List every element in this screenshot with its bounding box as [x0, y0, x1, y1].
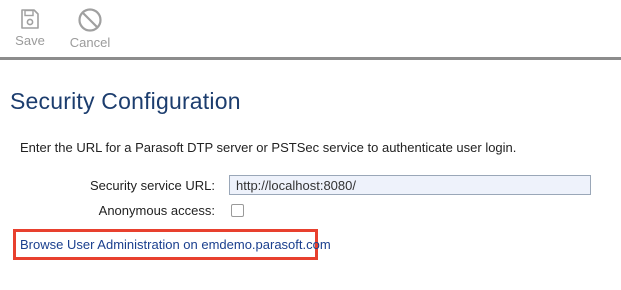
page-title: Security Configuration	[10, 88, 241, 114]
save-button[interactable]: Save	[10, 8, 50, 48]
cancel-button[interactable]: Cancel	[66, 8, 114, 50]
page-description: Enter the URL for a Parasoft DTP server …	[20, 140, 517, 155]
browse-user-administration-link[interactable]: Browse User Administration on emdemo.par…	[20, 237, 331, 252]
anonymous-access-label: Anonymous access:	[98, 203, 215, 218]
cancel-circle-icon	[78, 8, 102, 32]
save-label: Save	[15, 33, 45, 48]
security-url-label: Security service URL:	[90, 178, 215, 193]
floppy-disk-icon	[21, 9, 39, 29]
anonymous-access-checkbox[interactable]	[231, 204, 244, 217]
toolbar: Save Cancel	[0, 0, 621, 60]
security-url-input[interactable]	[229, 175, 591, 195]
cancel-label: Cancel	[69, 35, 111, 50]
